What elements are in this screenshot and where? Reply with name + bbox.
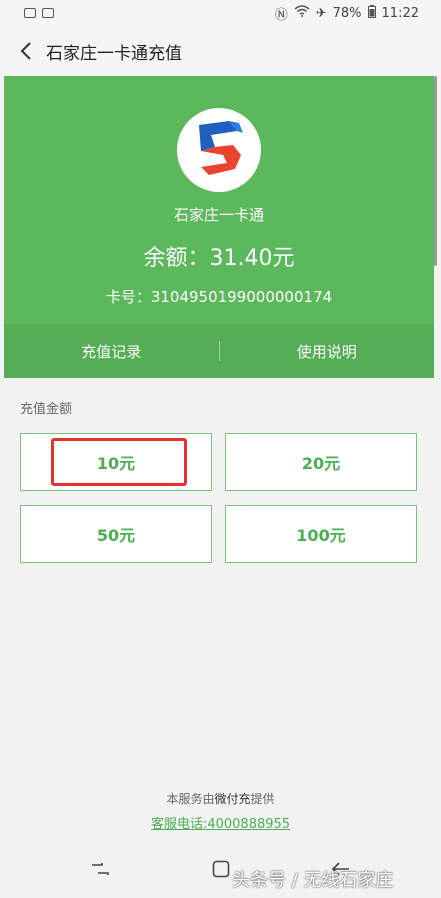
provider-suffix: 提供 — [250, 792, 275, 806]
battery-icon — [367, 4, 376, 22]
watermark: 头条号 / 无线石家庄 — [232, 870, 394, 891]
amount-button-100[interactable]: 100元 — [225, 505, 417, 563]
nfc-icon: Ⓝ — [274, 7, 288, 23]
recent-apps-button[interactable] — [85, 854, 115, 884]
home-icon — [212, 860, 230, 878]
selection-highlight — [51, 438, 187, 486]
tab-recharge-history[interactable]: 充值记录 — [4, 341, 219, 362]
back-button[interactable] — [12, 37, 40, 65]
app-bar: 石家庄一卡通充值 — [0, 26, 441, 76]
recent-apps-icon — [92, 863, 109, 875]
clock: 11:22 — [381, 5, 419, 21]
recharge-amount-label: 充值金额 — [20, 402, 73, 417]
card-balance: 余额：31.40元 — [143, 246, 295, 271]
back-arrow-icon — [20, 42, 31, 60]
tab-instructions[interactable]: 使用说明 — [220, 341, 435, 362]
battery-level: 78% — [332, 5, 362, 21]
card-name: 石家庄一卡通 — [173, 206, 264, 224]
card-panel: 石家庄一卡通 余额：31.40元 卡号：3104950199000000174 … — [4, 76, 434, 378]
status-bar: Ⓝ ✈ 78% 11:22 — [0, 0, 441, 26]
scrollbar[interactable] — [434, 76, 437, 266]
card-logo — [177, 108, 261, 192]
service-provider-text: 本服务由微付充提供 — [0, 790, 441, 807]
airplane-icon: ✈ — [315, 5, 327, 21]
one-card-logo-icon — [199, 121, 243, 175]
amount-button-50[interactable]: 50元 — [20, 505, 212, 563]
image-notification-icon — [24, 8, 36, 18]
provider-name: 微付充 — [214, 792, 251, 806]
gallery-notification-icon — [42, 8, 54, 18]
card-number: 卡号：3104950199000000174 — [105, 288, 333, 306]
wifi-icon — [294, 5, 310, 21]
customer-service-hotline[interactable]: 客服电话:4000888955 — [0, 813, 441, 832]
page-title: 石家庄一卡通充值 — [46, 43, 182, 64]
card-tabs: 充值记录 使用说明 — [4, 324, 434, 378]
amount-button-20[interactable]: 20元 — [225, 433, 417, 491]
provider-prefix: 本服务由 — [166, 792, 215, 806]
